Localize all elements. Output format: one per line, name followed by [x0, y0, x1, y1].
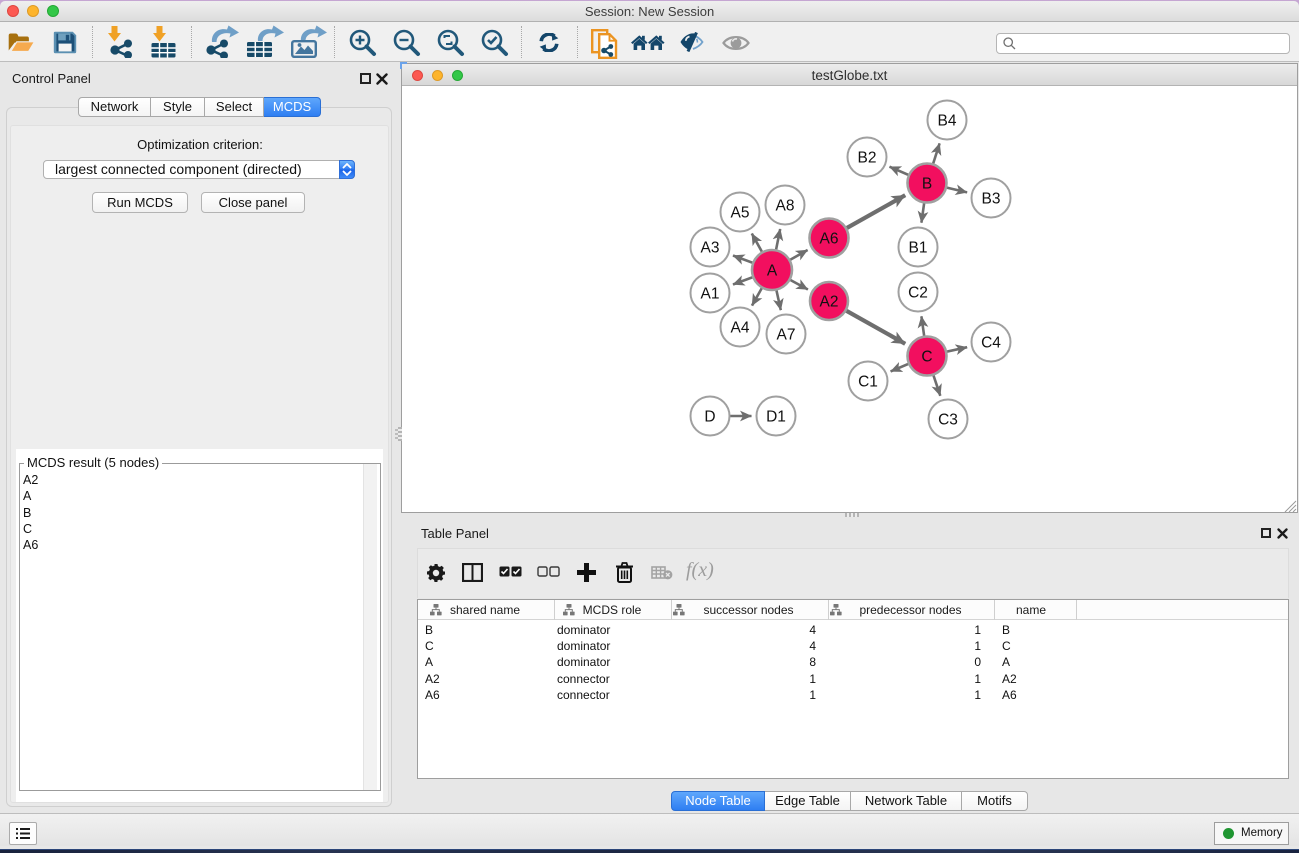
- svg-text:B: B: [922, 176, 932, 193]
- svg-text:D1: D1: [766, 409, 786, 426]
- svg-text:C4: C4: [981, 335, 1001, 352]
- svg-text:C1: C1: [858, 374, 878, 391]
- svg-text:A3: A3: [701, 240, 720, 257]
- svg-text:A6: A6: [820, 231, 839, 248]
- svg-text:A4: A4: [731, 320, 750, 337]
- svg-text:A2: A2: [820, 294, 839, 311]
- svg-text:D: D: [704, 409, 715, 426]
- svg-text:C2: C2: [908, 285, 928, 302]
- svg-text:B4: B4: [938, 113, 957, 130]
- svg-text:C: C: [921, 349, 932, 366]
- svg-text:A7: A7: [777, 327, 796, 344]
- svg-text:B2: B2: [858, 150, 877, 167]
- svg-text:A: A: [767, 263, 778, 280]
- svg-text:B3: B3: [982, 191, 1001, 208]
- svg-text:B1: B1: [909, 240, 928, 257]
- svg-text:A1: A1: [701, 286, 720, 303]
- svg-text:A8: A8: [776, 198, 795, 215]
- svg-text:A5: A5: [731, 205, 750, 222]
- svg-text:C3: C3: [938, 412, 958, 429]
